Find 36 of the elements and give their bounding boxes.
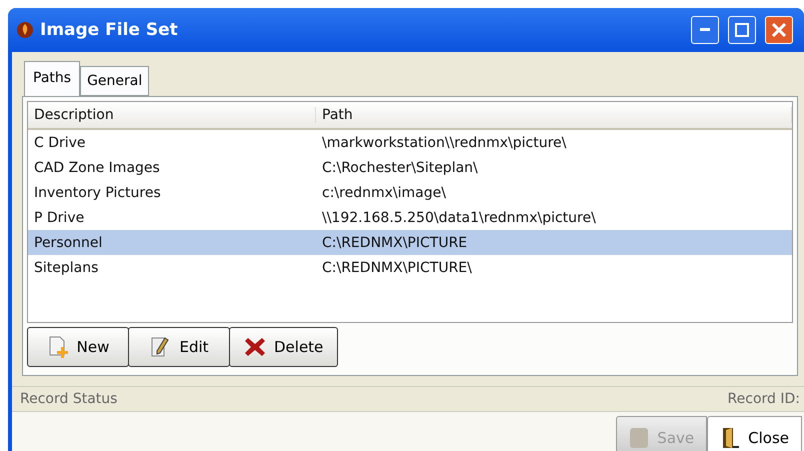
close-button[interactable]: Close — [707, 416, 802, 451]
close-button[interactable] — [765, 16, 793, 44]
maximize-icon — [735, 23, 749, 37]
table-cell-text: CAD Zone Images — [33, 160, 161, 176]
minimize-icon — [700, 28, 710, 32]
pencil-icon — [149, 336, 172, 358]
close-icon — [772, 23, 786, 37]
table-cell-text: C:\REDNMX\PICTURE\ — [321, 260, 473, 276]
new-document-icon — [46, 336, 69, 358]
list-row[interactable]: Personnel C:\REDNMX\PICTURE — [28, 230, 792, 255]
record-id: Record ID: — [728, 391, 800, 407]
tab[interactable]: Paths — [24, 61, 80, 96]
table-cell-text: c:\rednmx\image\ — [321, 184, 447, 200]
door-icon — [720, 427, 740, 449]
delete-button[interactable]: Delete — [229, 327, 338, 367]
save-icon — [629, 427, 650, 449]
table-cell-text: Personnel — [33, 234, 104, 250]
delete-x-icon — [244, 336, 266, 358]
table-cell-text: C:\REDNMX\PICTURE — [321, 234, 468, 250]
record-status: Record Status — [20, 391, 118, 407]
table-cell-text: P Drive — [33, 210, 86, 226]
table-cell-text: C:\Rochester\Siteplan\ — [321, 160, 479, 176]
table-cell-text: Inventory Pictures — [33, 184, 162, 200]
window-title: Image File Set — [40, 20, 179, 40]
table-cell-text: \markworkstation\\rednmx\picture\ — [321, 134, 568, 150]
table-cell-text: Siteplans — [33, 260, 100, 276]
column-header[interactable]: Path — [316, 107, 792, 123]
edit-button[interactable]: Edit — [128, 327, 230, 367]
table-cell-text: \\192.168.5.250\data1\rednmx\picture\ — [321, 210, 597, 226]
table-cell-text: C Drive — [33, 134, 87, 150]
new-button[interactable]: New — [27, 327, 129, 367]
tab[interactable]: General — [80, 66, 150, 96]
minimize-button[interactable] — [691, 16, 719, 44]
maximize-button[interactable] — [728, 16, 756, 44]
app-logo-icon — [16, 21, 34, 39]
column-header[interactable]: Description — [28, 107, 316, 123]
